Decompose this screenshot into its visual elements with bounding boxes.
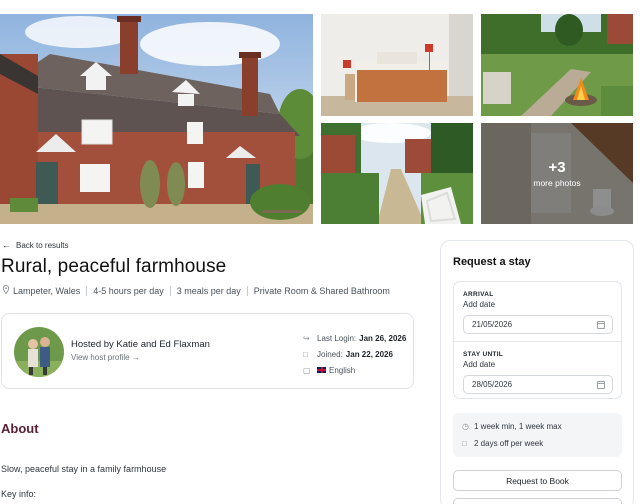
joined-fact: □ Joined: Jan 22, 2026: [303, 346, 406, 362]
request-to-book-button[interactable]: Request to Book: [453, 470, 622, 491]
photo-gallery: +3 more photos: [0, 14, 640, 224]
arrow-left-icon: ←: [2, 240, 11, 250]
photo-garden-firepit[interactable]: [481, 14, 633, 116]
arrival-label: ARRIVAL: [463, 291, 494, 298]
calendar-icon: □: [303, 349, 308, 359]
photo-bathroom-more[interactable]: +3 more photos: [481, 123, 633, 224]
host-avatar[interactable]: [14, 327, 64, 377]
more-photos-overlay[interactable]: +3 more photos: [481, 123, 633, 224]
uk-flag-icon: [317, 367, 326, 373]
host-name: Hosted by Katie and Ed Flaxman: [71, 339, 210, 350]
login-icon: ↪: [303, 333, 310, 343]
calendar-icon: □: [462, 439, 467, 448]
date-selector: ARRIVAL Add date 21/05/2026 STAY UNTIL A…: [453, 281, 622, 399]
arrival-date-input[interactable]: 21/05/2026: [463, 315, 613, 334]
date-divider: [454, 341, 621, 342]
location-pin-icon: [2, 284, 10, 296]
meta-divider: [169, 285, 171, 296]
booking-title: Request a stay: [453, 256, 531, 268]
duration-rule-text: 1 week min, 1 week max: [474, 422, 562, 431]
calendar-icon[interactable]: [597, 381, 605, 389]
photo-country-lane[interactable]: [321, 123, 473, 224]
chat-icon: ▢: [303, 365, 311, 375]
listing-meals: 3 meals per day: [176, 285, 241, 296]
host-facts: ↪ Last Login: Jan 26, 2026 □ Joined: Jan…: [303, 330, 406, 378]
meta-divider: [86, 285, 88, 296]
main-photo-farmhouse[interactable]: [0, 14, 313, 224]
about-heading: About: [1, 421, 39, 436]
calendar-icon[interactable]: [597, 321, 605, 329]
joined-value: Jan 22, 2026: [345, 349, 393, 359]
more-photos-count: +3: [548, 159, 566, 176]
key-info-label: Key info:: [1, 489, 37, 499]
listing-hours: 4-5 hours per day: [93, 285, 164, 296]
photo-bedroom[interactable]: [321, 14, 473, 116]
stay-until-date-value: 28/05/2026: [472, 380, 513, 389]
listing-title: Rural, peaceful farmhouse: [1, 256, 227, 277]
arrival-hint: Add date: [463, 300, 496, 309]
stay-rules: ◷ 1 week min, 1 week max □ 2 days off pe…: [453, 413, 622, 457]
secondary-button[interactable]: [453, 498, 622, 504]
back-link-label: Back to results: [16, 240, 69, 250]
days-off-rule-text: 2 days off per week: [474, 439, 544, 448]
back-to-results-link[interactable]: ← Back to results: [2, 240, 68, 250]
listing-location: Lampeter, Wales: [13, 285, 81, 296]
listing-meta: Lampeter, Wales 4-5 hours per day 3 meal…: [2, 284, 390, 296]
last-login-fact: ↪ Last Login: Jan 26, 2026: [303, 330, 406, 346]
last-login-label: Last Login:: [317, 333, 357, 343]
about-description: Slow, peaceful stay in a family farmhous…: [1, 464, 167, 474]
stay-until-hint: Add date: [463, 360, 496, 369]
view-host-profile-link[interactable]: View host profile →: [71, 353, 140, 362]
language-value: English: [329, 365, 356, 375]
joined-label: Joined:: [317, 349, 343, 359]
stay-until-label: STAY UNTIL: [463, 351, 504, 358]
listing-room: Private Room & Shared Bathroom: [253, 285, 390, 296]
booking-panel: Request a stay ARRIVAL Add date 21/05/20…: [440, 240, 634, 504]
duration-rule: ◷ 1 week min, 1 week max: [462, 422, 562, 431]
host-card: Hosted by Katie and Ed Flaxman View host…: [1, 313, 414, 389]
meta-divider: [246, 285, 248, 296]
last-login-value: Jan 26, 2026: [359, 333, 407, 343]
language-fact: ▢ English: [303, 362, 406, 378]
stay-until-date-input[interactable]: 28/05/2026: [463, 375, 613, 394]
days-off-rule: □ 2 days off per week: [462, 439, 543, 448]
clock-icon: ◷: [462, 422, 469, 431]
more-photos-label: more photos: [533, 178, 581, 188]
arrival-date-value: 21/05/2026: [472, 320, 513, 329]
